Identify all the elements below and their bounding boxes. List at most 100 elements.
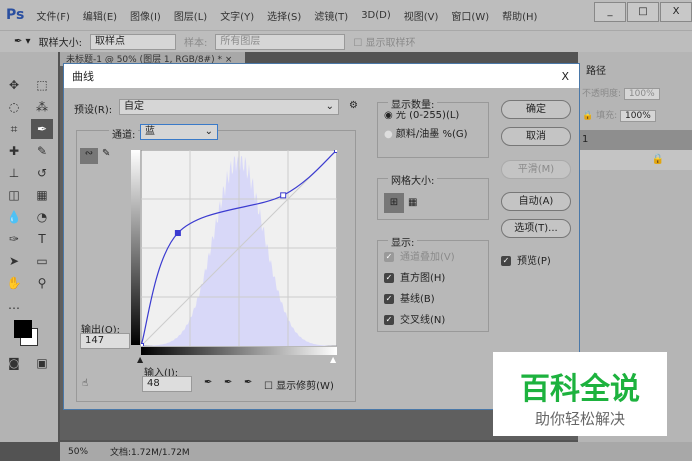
dialog-close-button[interactable]: X (561, 70, 569, 83)
preview-checkbox[interactable]: ✓ 预览(P) (501, 252, 551, 267)
intersection-line-checkbox[interactable]: ✓ 交叉线(N) (384, 310, 488, 331)
show-clipping-label: 显示修剪(W) (276, 381, 334, 392)
white-point-slider[interactable]: ▲ (330, 355, 336, 364)
sample-select[interactable]: 所有图层 (215, 33, 346, 50)
preset-gear-icon[interactable]: ⚙ (349, 100, 358, 111)
options-button[interactable]: 选项(T)... (501, 219, 571, 238)
menu-window[interactable]: 窗口(W) (451, 8, 489, 23)
foreground-color-swatch[interactable] (14, 320, 32, 338)
show-ring-checkbox[interactable]: ☐ 显示取样环 (353, 34, 415, 49)
menu-edit[interactable]: 编辑(E) (83, 8, 117, 23)
zoom-tool-icon[interactable]: ⚲ (31, 273, 53, 293)
crop-tool-icon[interactable]: ⌗ (3, 119, 25, 139)
layer-row[interactable]: 1 (578, 130, 692, 150)
menu-filter[interactable]: 滤镜(T) (314, 8, 348, 23)
show-group: 显示: ✓ 通道叠加(V) ✓ 直方图(H) ✓ 基线(B) ✓ 交叉线(N) (377, 234, 489, 332)
zoom-level[interactable]: 50% (68, 447, 88, 457)
black-eyedropper-icon[interactable]: ✒ (204, 377, 212, 388)
paths-tab[interactable]: 路径 (578, 52, 692, 78)
curve-graph[interactable] (141, 150, 337, 346)
menu-layer[interactable]: 图层(L) (174, 8, 207, 23)
blur-tool-icon[interactable]: 💧 (3, 207, 25, 227)
pen-tool-icon[interactable]: ✑ (3, 229, 25, 249)
screen-mode-icon[interactable]: ▣ (31, 353, 53, 373)
eyedropper-icon[interactable]: ✒ ▾ (14, 36, 31, 47)
light-radio-label: 光 (0-255)(L) (395, 110, 460, 121)
lock-icon[interactable]: 🔒 (582, 111, 593, 121)
quick-mask-icon[interactable]: ◙ (3, 353, 25, 373)
curve-control-point (141, 343, 144, 346)
smooth-button[interactable]: 平滑(M) (501, 160, 571, 179)
channel-overlay-label: 通道叠加(V) (400, 252, 455, 263)
dialog-title: 曲线 (72, 70, 94, 83)
menu-image[interactable]: 图像(I) (130, 8, 161, 23)
shape-tool-icon[interactable]: ▭ (31, 251, 53, 271)
gradient-tool-icon[interactable]: ▦ (31, 185, 53, 205)
pencil-mode-icon[interactable]: ✎ (102, 148, 110, 159)
type-tool-icon[interactable]: T (31, 229, 53, 249)
baseline-checkbox[interactable]: ✓ 基线(B) (384, 289, 488, 310)
pigment-radio[interactable]: ● 颜料/油墨 %(G) (378, 124, 488, 145)
path-select-icon[interactable]: ➤ (3, 251, 25, 271)
watermark-subtitle: 助你轻松解决 (534, 410, 625, 428)
black-point-slider[interactable]: ▲ (137, 355, 143, 364)
eyedropper-tool-icon[interactable]: ✒ (31, 119, 53, 139)
minimize-button[interactable]: _ (594, 2, 626, 22)
detailed-grid-icon[interactable]: ▦ (408, 193, 417, 213)
auto-button[interactable]: 自动(A) (501, 192, 571, 211)
magic-wand-icon[interactable]: ⁂ (31, 97, 53, 117)
marquee-tool-icon[interactable]: ⬚ (31, 75, 53, 95)
output-input[interactable]: 147 (80, 333, 130, 349)
channel-value: 蓝 (145, 126, 155, 137)
show-legend: 显示: (388, 234, 418, 249)
eraser-tool-icon[interactable]: ◫ (3, 185, 25, 205)
preset-select[interactable]: 自定 ⌄ (119, 99, 339, 115)
histogram-checkbox[interactable]: ✓ 直方图(H) (384, 268, 488, 289)
menu-3d[interactable]: 3D(D) (361, 10, 391, 21)
gray-eyedropper-icon[interactable]: ✒ (224, 377, 232, 388)
lasso-tool-icon[interactable]: ◌ (3, 97, 25, 117)
options-bar: ✒ ▾ 取样大小: 取样点 样本: 所有图层 ☐ 显示取样环 (0, 30, 692, 52)
curve-control-point (280, 192, 287, 199)
curve-mode-icon[interactable]: ∾ (80, 148, 98, 164)
cancel-button[interactable]: 取消 (501, 127, 571, 146)
menu-help[interactable]: 帮助(H) (502, 8, 537, 23)
healing-tool-icon[interactable]: ✚ (3, 141, 25, 161)
stamp-tool-icon[interactable]: ⊥ (3, 163, 25, 183)
hand-tool-icon[interactable]: ✋ (3, 273, 25, 293)
channel-overlay-checkbox[interactable]: ✓ 通道叠加(V) (384, 247, 488, 268)
dodge-tool-icon[interactable]: ◔ (31, 207, 53, 227)
output-gradient-bar (131, 150, 140, 345)
more-tools-icon[interactable]: … (3, 295, 25, 315)
sample-size-select[interactable]: 取样点 (89, 33, 176, 50)
show-clipping-checkbox[interactable]: ☐ 显示修剪(W) (264, 377, 334, 392)
menu-type[interactable]: 文字(Y) (220, 8, 254, 23)
menu-view[interactable]: 视图(V) (404, 8, 439, 23)
background-layer-row[interactable]: 🔒 (578, 150, 692, 170)
target-adjust-icon[interactable]: ☝ (82, 378, 88, 389)
move-tool-icon[interactable]: ✥ (3, 75, 25, 95)
status-bar: 50% 文档:1.72M/1.72M (60, 442, 692, 461)
histogram-label: 直方图(H) (400, 273, 446, 284)
grid-size-legend: 网格大小: (388, 172, 438, 187)
ok-button[interactable]: 确定 (501, 100, 571, 119)
preset-label: 预设(R): (74, 105, 113, 116)
history-brush-icon[interactable]: ↺ (31, 163, 53, 183)
channel-select[interactable]: 蓝 ⌄ (140, 124, 218, 140)
close-button[interactable]: X (660, 2, 692, 22)
opacity-input[interactable]: 100% (623, 88, 660, 100)
white-eyedropper-icon[interactable]: ✒ (244, 377, 252, 388)
watermark-title: 百科全说 (520, 372, 640, 407)
menu-file[interactable]: 文件(F) (36, 8, 70, 23)
watermark: 百科全说 助你轻松解决 (493, 352, 667, 436)
input-input[interactable]: 48 (142, 376, 192, 392)
menu-select[interactable]: 选择(S) (267, 8, 301, 23)
channel-label: 通道: (109, 126, 139, 141)
simple-grid-icon[interactable]: ⊞ (384, 193, 404, 213)
document-size: 文档:1.72M/1.72M (110, 448, 190, 458)
brush-tool-icon[interactable]: ✎ (31, 141, 53, 161)
intersection-line-label: 交叉线(N) (400, 315, 446, 326)
fill-input[interactable]: 100% (620, 110, 656, 122)
opacity-label: 不透明度: (582, 89, 622, 99)
maximize-button[interactable]: □ (627, 2, 659, 22)
